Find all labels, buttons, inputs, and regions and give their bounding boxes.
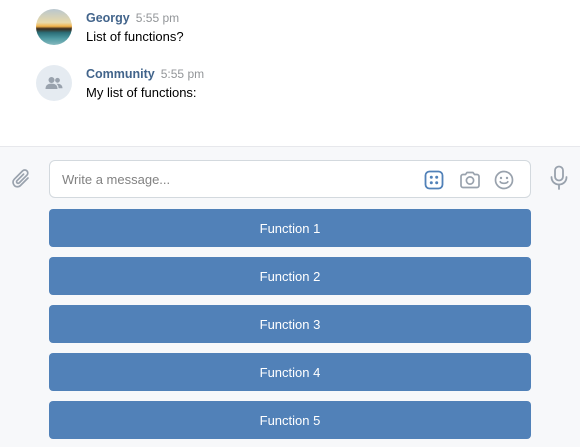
message: Community 5:55 pm My list of functions: [36,65,556,105]
paperclip-icon [12,169,29,188]
message-time: 5:55 pm [160,67,205,81]
message-time: 5:55 pm [135,11,180,25]
keyboard-button-function-5[interactable]: Function 5 [49,401,531,439]
message-text: List of functions? [86,29,184,44]
bot-keyboard-icon [424,170,444,190]
message-input-box[interactable] [49,160,531,198]
message: Georgy 5:55 pm List of functions? [36,9,556,49]
author-name[interactable]: Georgy [86,11,130,25]
message-input[interactable] [62,169,402,189]
community-icon [45,77,63,89]
avatar[interactable] [36,9,72,45]
keyboard-button-function-3[interactable]: Function 3 [49,305,531,343]
camera-icon [460,171,480,189]
author-name[interactable]: Community [86,67,155,81]
keyboard-button-function-2[interactable]: Function 2 [49,257,531,295]
keyboard-button-function-4[interactable]: Function 4 [49,353,531,391]
message-history: Georgy 5:55 pm List of functions? Communi… [0,0,580,146]
microphone-icon [550,165,568,190]
attach-button[interactable] [10,167,34,191]
composer-panel: Function 1 Function 2 Function 3 Functio… [0,146,580,447]
bot-keyboard-button[interactable] [423,169,445,191]
camera-button[interactable] [459,169,481,191]
keyboard-button-function-1[interactable]: Function 1 [49,209,531,247]
smile-icon [494,170,514,190]
avatar[interactable] [36,65,72,101]
voice-message-button[interactable] [548,165,570,191]
message-header: Georgy 5:55 pm [86,11,179,27]
message-text: My list of functions: [86,85,197,100]
emoji-button[interactable] [493,169,515,191]
message-header: Community 5:55 pm [86,67,204,83]
